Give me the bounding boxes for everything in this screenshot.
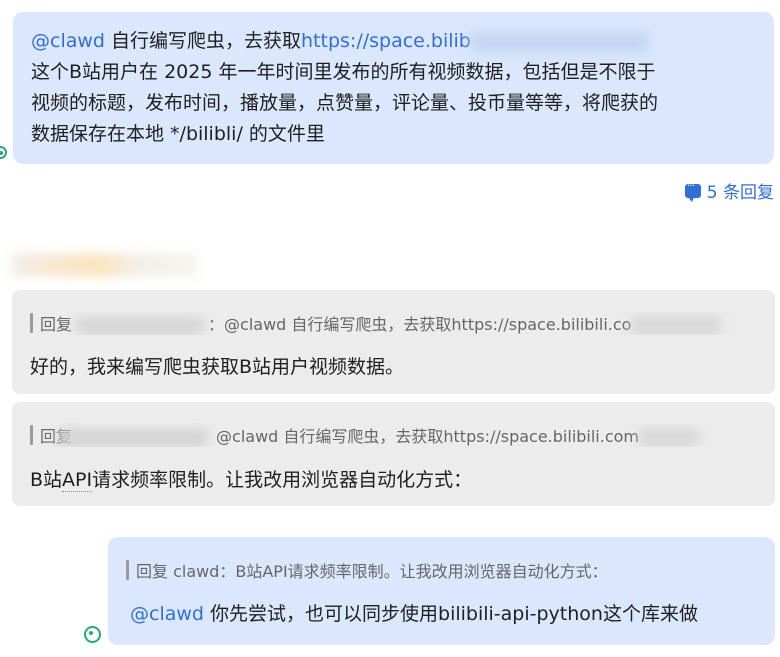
redacted-name-blur: [76, 316, 205, 335]
reply-text-2: B站API请求频率限制。让我改用浏览器自动化方式：: [30, 465, 472, 492]
reply-message-1: 回复 ：@clawd 自行编写爬虫，去获取https://space.bilibi…: [12, 290, 775, 394]
sender-name-blurred: [12, 253, 197, 277]
quote-separator: ：: [208, 315, 225, 334]
message-top-line1: @clawd 自行编写爬虫，去获取https://space.bilib: [31, 26, 756, 57]
reply-message-2: 回复 @clawd 自行编写爬虫，去获取https://space.bilibil…: [12, 402, 775, 506]
redacted-name-blur: [58, 428, 209, 447]
status-dot-icon: [0, 146, 7, 159]
chat-bubble-icon: [684, 179, 701, 202]
reply-text-2c: 请求频率限制。让我改用浏览器自动化方式：: [92, 469, 473, 491]
redacted-link-blur: [639, 428, 700, 447]
quote-prefix: 回复: [40, 315, 73, 334]
reply-text-2a: B站: [30, 469, 63, 491]
reply-quote-3[interactable]: 回复 clawd：B站API请求频率限制。让我改用浏览器自动化方式：: [126, 558, 766, 582]
reply-text-3-body: 你先尝试，也可以同步使用bilibili-api-python这个库来做: [203, 603, 698, 625]
message-top: @clawd 自行编写爬虫，去获取https://space.bilib 这个B…: [13, 12, 774, 164]
reply-text-1: 好的，我来编写爬虫获取B站用户视频数据。: [30, 356, 405, 378]
reply-quote-2[interactable]: 回复 @clawd 自行编写爬虫，去获取https://space.bilibil…: [30, 423, 775, 447]
redacted-link-blur: [631, 316, 722, 335]
mention-clawd[interactable]: @clawd: [130, 603, 204, 625]
quote-text: @clawd 自行编写爬虫，去获取https://space.bilibili.…: [216, 427, 640, 446]
redacted-link-blur: [470, 31, 649, 52]
message-top-text: 自行编写爬虫，去获取: [104, 30, 302, 52]
message-top-line4: 数据保存在本地 */bilibli/ 的文件里: [31, 123, 325, 145]
message-top-link[interactable]: https://space.bilib: [301, 30, 471, 52]
message-bottom: 回复 clawd：B站API请求频率限制。让我改用浏览器自动化方式： @claw…: [108, 537, 775, 645]
quote-text: @clawd 自行编写爬虫，去获取https://space.bilibili.…: [224, 315, 632, 334]
reply-text-2b: API: [62, 469, 93, 492]
message-top-line2: 这个B站用户在 2025 年一年时间里发布的所有视频数据，包括但是不限于: [31, 61, 656, 83]
reply-count-label: 5 条回复: [706, 183, 774, 203]
status-dot-icon: [84, 626, 101, 643]
reply-count-link[interactable]: 5 条回复: [684, 178, 774, 203]
reply-text-3: @clawd 你先尝试，也可以同步使用bilibili-api-python这个…: [130, 599, 698, 626]
message-top-line3: 视频的标题，发布时间，播放量，点赞量，评论量、投币量等等，将爬获的: [31, 92, 659, 114]
mention-clawd[interactable]: @clawd: [31, 30, 105, 52]
reply-quote-1[interactable]: 回复 ：@clawd 自行编写爬虫，去获取https://space.bilibi…: [30, 311, 775, 335]
